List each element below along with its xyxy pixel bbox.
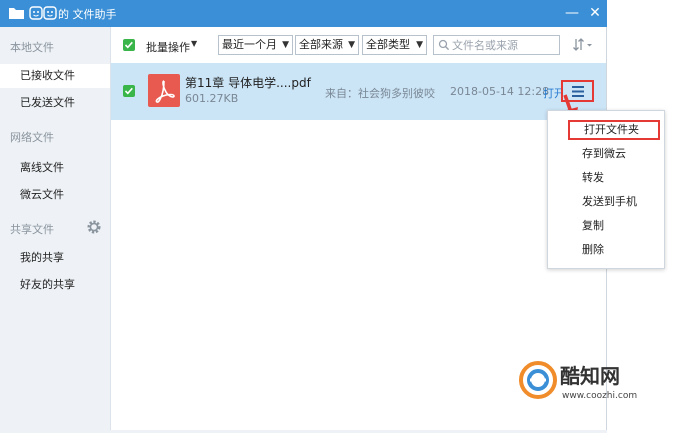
- search-icon: [438, 39, 450, 51]
- sidebar-heading-local: 本地文件: [10, 41, 54, 54]
- source-filter-dropdown[interactable]: 全部来源 ▼: [295, 35, 359, 55]
- check-icon: [124, 87, 133, 95]
- type-filter-value: 全部类型: [366, 38, 410, 51]
- close-button[interactable]: ✕: [585, 3, 605, 23]
- folder-icon: [9, 8, 24, 19]
- sidebar-item-my-share[interactable]: 我的共享: [0, 246, 110, 270]
- time-filter-dropdown[interactable]: 最近一个月 ▼: [218, 35, 293, 55]
- type-filter-dropdown[interactable]: 全部类型 ▼: [362, 35, 427, 55]
- menu-item-open-folder[interactable]: 打开文件夹: [568, 120, 660, 140]
- avatar-face-icon: [29, 6, 43, 20]
- sidebar-item-friends-share[interactable]: 好友的共享: [0, 273, 110, 297]
- watermark-url: www.coozhi.com: [562, 391, 638, 401]
- sidebar-item-sent[interactable]: 已发送文件: [0, 91, 110, 115]
- chevron-down-icon: ▼: [348, 40, 355, 50]
- search-box[interactable]: [433, 35, 560, 55]
- sidebar-item-received[interactable]: 已接收文件: [0, 64, 110, 88]
- chevron-down-icon[interactable]: ▼: [191, 39, 197, 48]
- gear-icon[interactable]: [86, 219, 102, 235]
- file-size: 601.27KB: [185, 92, 239, 105]
- menu-item-copy[interactable]: 复制: [548, 216, 666, 236]
- file-timestamp: 2018-05-14 12:28: [450, 85, 550, 98]
- chevron-down-icon: ▼: [416, 40, 423, 50]
- file-assistant-window: 的 文件助手 — ✕ 本地文件 已接收文件 已发送文件 网络文件 离线文件 微云…: [0, 0, 607, 433]
- check-icon: [124, 41, 133, 49]
- title-bar[interactable]: 的 文件助手 — ✕: [0, 0, 607, 27]
- watermark-text: 酷知网: [560, 364, 620, 388]
- file-row[interactable]: 第11章 导体电学....pdf 601.27KB 来自：社会狗多别彼咬 201…: [111, 63, 606, 120]
- menu-item-delete[interactable]: 删除: [548, 240, 666, 260]
- sidebar-heading-shared: 共享文件: [10, 223, 54, 236]
- minimize-button[interactable]: —: [562, 3, 582, 23]
- file-checkbox[interactable]: [123, 85, 135, 97]
- menu-item-save-weiyun[interactable]: 存到微云: [548, 144, 666, 164]
- source-filter-value: 全部来源: [299, 38, 343, 51]
- menu-item-forward[interactable]: 转发: [548, 168, 666, 188]
- toolbar: 批量操作 ▼ 最近一个月 ▼ 全部来源 ▼ 全部类型 ▼: [111, 27, 606, 62]
- select-all-checkbox[interactable]: [123, 39, 135, 51]
- search-input[interactable]: [452, 38, 556, 52]
- avatar-face-icon: [43, 6, 57, 20]
- chevron-down-icon: ▼: [282, 40, 289, 50]
- window-title: 的 文件助手: [58, 8, 117, 21]
- time-filter-value: 最近一个月: [222, 38, 277, 51]
- batch-action-label[interactable]: 批量操作: [146, 39, 190, 55]
- context-menu: 打开文件夹 存到微云 转发 发送到手机 复制 删除: [547, 110, 665, 269]
- sidebar-item-weiyun[interactable]: 微云文件: [0, 183, 110, 207]
- sidebar-item-offline[interactable]: 离线文件: [0, 156, 110, 180]
- file-name[interactable]: 第11章 导体电学....pdf: [185, 74, 311, 91]
- pdf-icon: [148, 74, 180, 107]
- menu-item-send-to-phone[interactable]: 发送到手机: [548, 192, 666, 212]
- sidebar: 本地文件 已接收文件 已发送文件 网络文件 离线文件 微云文件 共享文件 我的共…: [0, 27, 111, 433]
- sidebar-heading-network: 网络文件: [10, 131, 54, 144]
- sort-icon[interactable]: [572, 37, 594, 53]
- file-source: 来自：社会狗多别彼咬: [325, 87, 435, 100]
